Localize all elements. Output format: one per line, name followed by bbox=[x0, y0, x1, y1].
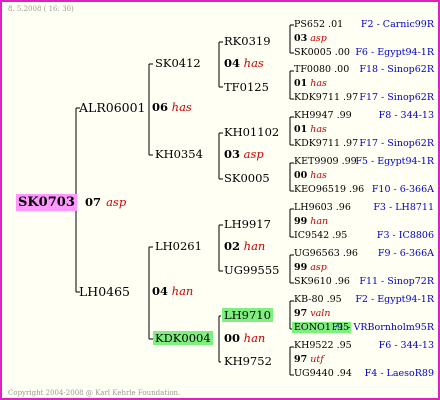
root-node[interactable]: SK0703 07 asp bbox=[16, 193, 127, 211]
gen2-year-3: 02 han bbox=[224, 239, 266, 253]
root-code: asp bbox=[106, 195, 127, 209]
gen4-year-4: 00 has bbox=[294, 170, 327, 181]
gen4-drone-line-5: F3 - IC8806 bbox=[376, 230, 434, 241]
gen4-drone-line-7: F1 - VRBornholm95R bbox=[331, 322, 434, 333]
root-name: SK0703 bbox=[16, 194, 77, 211]
gen4-drone-5[interactable]: IC9542 .95 bbox=[294, 231, 347, 241]
gen2-year-1: 04 has bbox=[224, 56, 264, 70]
gen3-node-7[interactable]: LH9710 bbox=[222, 308, 273, 322]
gen4-drone-line-1: F6 - Egypt94-1R bbox=[355, 47, 434, 58]
print-date: 8. 5.2008 ( 16: 30) bbox=[8, 5, 74, 13]
gen4-queen-6[interactable]: UG96563 .96 bbox=[294, 249, 358, 259]
gen4-drone-line-4: F10 - 6-366A bbox=[371, 184, 434, 195]
gen3-node-8[interactable]: KH9752 bbox=[224, 355, 272, 368]
gen4-drone-line-3: F17 - Sinop62R bbox=[359, 138, 434, 149]
gen3-node-5[interactable]: LH9917 bbox=[224, 218, 271, 231]
gen1-sire-name[interactable]: ALR06001 bbox=[79, 101, 146, 115]
gen3-node-6[interactable]: UG99555 bbox=[224, 264, 279, 277]
gen4-year-2: 01 has bbox=[294, 78, 327, 89]
gen4-drone-3[interactable]: KDK9711 .97 bbox=[294, 139, 358, 149]
gen4-year-1: 03 asp bbox=[294, 33, 327, 44]
pedigree-frame: 8. 5.2008 ( 16: 30) SK0703 07 asp ALR060… bbox=[0, 0, 440, 400]
gen4-queen-line-3: F8 - 344-13 bbox=[378, 110, 434, 121]
gen1-dam-name[interactable]: LH0465 bbox=[79, 285, 130, 299]
gen2-node-3[interactable]: LH0261 bbox=[155, 240, 202, 253]
gen2-year-4: 00 han bbox=[224, 331, 266, 345]
gen4-queen-2[interactable]: TF0080 .00 bbox=[294, 65, 349, 75]
gen2-node-2[interactable]: KH0354 bbox=[155, 148, 203, 161]
gen4-queen-7[interactable]: KB-80 .95 bbox=[294, 295, 342, 305]
gen4-queen-line-8: F6 - 344-13 bbox=[378, 340, 434, 351]
gen4-year-8: 97 utf bbox=[294, 354, 324, 365]
gen4-drone-1[interactable]: SK0005 .00 bbox=[294, 48, 350, 58]
gen4-queen-line-6: F9 - 6-366A bbox=[377, 248, 434, 259]
gen4-queen-3[interactable]: KH9947 .99 bbox=[294, 111, 352, 121]
gen4-queen-line-4: F5 - Egypt94-1R bbox=[355, 156, 434, 167]
gen3-node-1[interactable]: RK0319 bbox=[224, 35, 271, 48]
gen4-drone-6[interactable]: SK9610 .96 bbox=[294, 277, 350, 287]
gen2-node-1[interactable]: SK0412 bbox=[155, 57, 201, 70]
gen4-queen-line-2: F18 - Sinop62R bbox=[359, 64, 434, 75]
gen4-drone-line-6: F11 - Sinop72R bbox=[359, 276, 434, 287]
gen4-year-6: 99 asp bbox=[294, 262, 327, 273]
copyright: Copyright 2004-2008 @ Karl Kehrle Founda… bbox=[8, 389, 181, 397]
root-year: 07 bbox=[84, 195, 101, 209]
gen4-drone-2[interactable]: KDK9711 .97 bbox=[294, 93, 358, 103]
gen4-drone-4[interactable]: KEO96519 .96 bbox=[294, 185, 364, 195]
gen3-node-3[interactable]: KH01102 bbox=[224, 126, 279, 139]
gen4-year-5: 99 han bbox=[294, 216, 329, 227]
gen3-node-2[interactable]: TF0125 bbox=[224, 81, 269, 94]
gen2-year-2: 03 asp bbox=[224, 147, 264, 161]
gen4-year-7: 97 valn bbox=[294, 308, 331, 319]
gen4-queen-4[interactable]: KET9909 .99 bbox=[294, 157, 357, 167]
gen4-drone-8[interactable]: UG9440 .94 bbox=[294, 369, 352, 379]
gen4-queen-line-5: F3 - LH8711 bbox=[373, 202, 434, 213]
gen1-dam-year: 04 han bbox=[152, 284, 194, 298]
gen4-year-3: 01 has bbox=[294, 124, 327, 135]
gen4-queen-line-7: F2 - Egypt94-1R bbox=[355, 294, 434, 305]
gen4-drone-line-2: F17 - Sinop62R bbox=[359, 92, 434, 103]
gen4-queen-1[interactable]: PS652 .01 bbox=[294, 20, 343, 30]
gen4-drone-line-8: F4 - LaesoR89 bbox=[364, 368, 434, 379]
gen4-queen-5[interactable]: LH9603 .96 bbox=[294, 203, 351, 213]
gen1-sire-year: 06 has bbox=[152, 100, 192, 114]
gen4-queen-line-1: F2 - Carnic99R bbox=[360, 19, 434, 30]
gen2-node-4[interactable]: KDK0004 bbox=[153, 331, 213, 345]
gen4-queen-8[interactable]: KH9522 .95 bbox=[294, 341, 352, 351]
gen3-node-4[interactable]: SK0005 bbox=[224, 172, 270, 185]
